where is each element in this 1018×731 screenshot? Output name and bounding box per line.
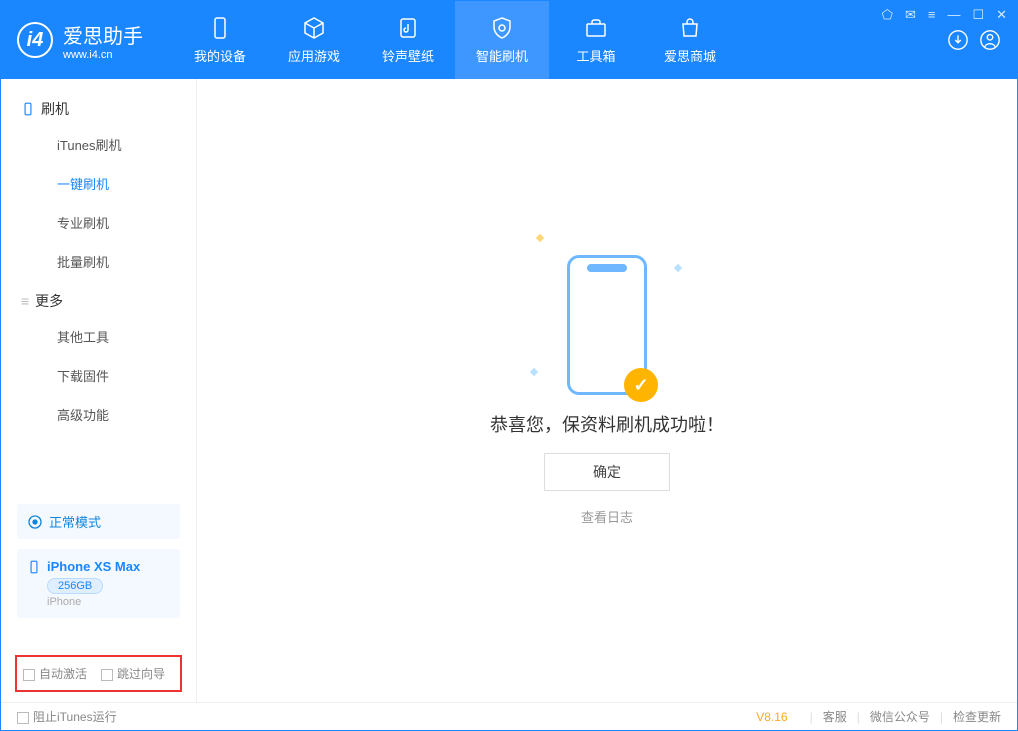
device-type: iPhone — [47, 596, 170, 608]
sidebar-item-advanced[interactable]: 高级功能 — [1, 395, 196, 434]
sidebar-item-other-tools[interactable]: 其他工具 — [1, 317, 196, 356]
bag-icon — [678, 16, 702, 40]
device-storage: 256GB — [47, 578, 103, 594]
bottom-options-highlight: 自动激活 跳过向导 — [15, 655, 182, 692]
maximize-icon[interactable]: ☐ — [972, 7, 984, 23]
sidebar-item-pro-flash[interactable]: 专业刷机 — [1, 203, 196, 242]
header: i4 爱思助手 www.i4.cn 我的设备 应用游戏 铃声壁纸 智能刷机 工具… — [1, 1, 1017, 79]
app-url: www.i4.cn — [63, 49, 143, 61]
shield-refresh-icon — [490, 16, 514, 40]
status-link-update[interactable]: 检查更新 — [953, 708, 1001, 725]
success-message: 恭喜您，保资料刷机成功啦！ — [490, 411, 724, 437]
tab-apps[interactable]: 应用游戏 — [267, 1, 361, 79]
mode-icon — [27, 514, 43, 530]
mode-box[interactable]: 正常模式 — [17, 504, 180, 539]
user-icon[interactable] — [979, 29, 1001, 51]
tab-toolbox[interactable]: 工具箱 — [549, 1, 643, 79]
device-box[interactable]: iPhone XS Max 256GB iPhone — [17, 549, 180, 618]
version-label: V8.16 — [756, 710, 787, 724]
toolbox-icon — [584, 16, 608, 40]
checkbox-skip-guide[interactable]: 跳过向导 — [101, 665, 165, 682]
minimize-icon[interactable]: — — [947, 7, 960, 23]
menu-icon[interactable]: ≡ — [928, 7, 936, 23]
phone-small-icon — [21, 102, 35, 116]
status-link-service[interactable]: 客服 — [823, 708, 847, 725]
sidebar-item-download-firmware[interactable]: 下载固件 — [1, 356, 196, 395]
sidebar-item-itunes-flash[interactable]: iTunes刷机 — [1, 125, 196, 164]
close-icon[interactable]: ✕ — [996, 7, 1007, 23]
tab-store[interactable]: 爱思商城 — [643, 1, 737, 79]
ok-button[interactable]: 确定 — [544, 453, 670, 491]
checkbox-stop-itunes[interactable]: 阻止iTunes运行 — [17, 708, 117, 725]
tab-my-device[interactable]: 我的设备 — [173, 1, 267, 79]
status-bar: 阻止iTunes运行 V8.16 | 客服 | 微信公众号 | 检查更新 — [1, 702, 1017, 730]
checkbox-auto-activate[interactable]: 自动激活 — [23, 665, 87, 682]
logo: i4 爱思助手 www.i4.cn — [17, 20, 143, 61]
sidebar-group-more: ≡更多 — [1, 281, 196, 317]
main-content: ✓ 恭喜您，保资料刷机成功啦！ 确定 查看日志 — [197, 79, 1017, 702]
check-badge-icon: ✓ — [624, 368, 658, 402]
list-icon: ≡ — [21, 293, 29, 309]
nav-tabs: 我的设备 应用游戏 铃声壁纸 智能刷机 工具箱 爱思商城 — [173, 1, 737, 79]
sidebar: 刷机 iTunes刷机 一键刷机 专业刷机 批量刷机 ≡更多 其他工具 下载固件… — [1, 79, 197, 702]
logo-icon: i4 — [17, 22, 53, 58]
tab-ringtones[interactable]: 铃声壁纸 — [361, 1, 455, 79]
music-file-icon — [396, 16, 420, 40]
cube-icon — [302, 16, 326, 40]
device-icon — [27, 560, 41, 574]
app-name: 爱思助手 — [63, 20, 143, 49]
skin-icon[interactable]: ⬠ — [882, 7, 893, 23]
tab-flash[interactable]: 智能刷机 — [455, 1, 549, 79]
download-icon[interactable] — [947, 29, 969, 51]
sidebar-item-batch-flash[interactable]: 批量刷机 — [1, 242, 196, 281]
phone-illustration-icon: ✓ — [567, 255, 647, 395]
window-controls: ⬠ ✉ ≡ — ☐ ✕ — [882, 7, 1007, 23]
feedback-icon[interactable]: ✉ — [905, 7, 916, 23]
sidebar-group-flash: 刷机 — [1, 89, 196, 125]
phone-icon — [208, 16, 232, 40]
status-link-wechat[interactable]: 微信公众号 — [870, 708, 930, 725]
sidebar-item-oneclick-flash[interactable]: 一键刷机 — [1, 164, 196, 203]
success-illustration: ✓ — [567, 255, 647, 395]
view-log-link[interactable]: 查看日志 — [581, 507, 633, 526]
